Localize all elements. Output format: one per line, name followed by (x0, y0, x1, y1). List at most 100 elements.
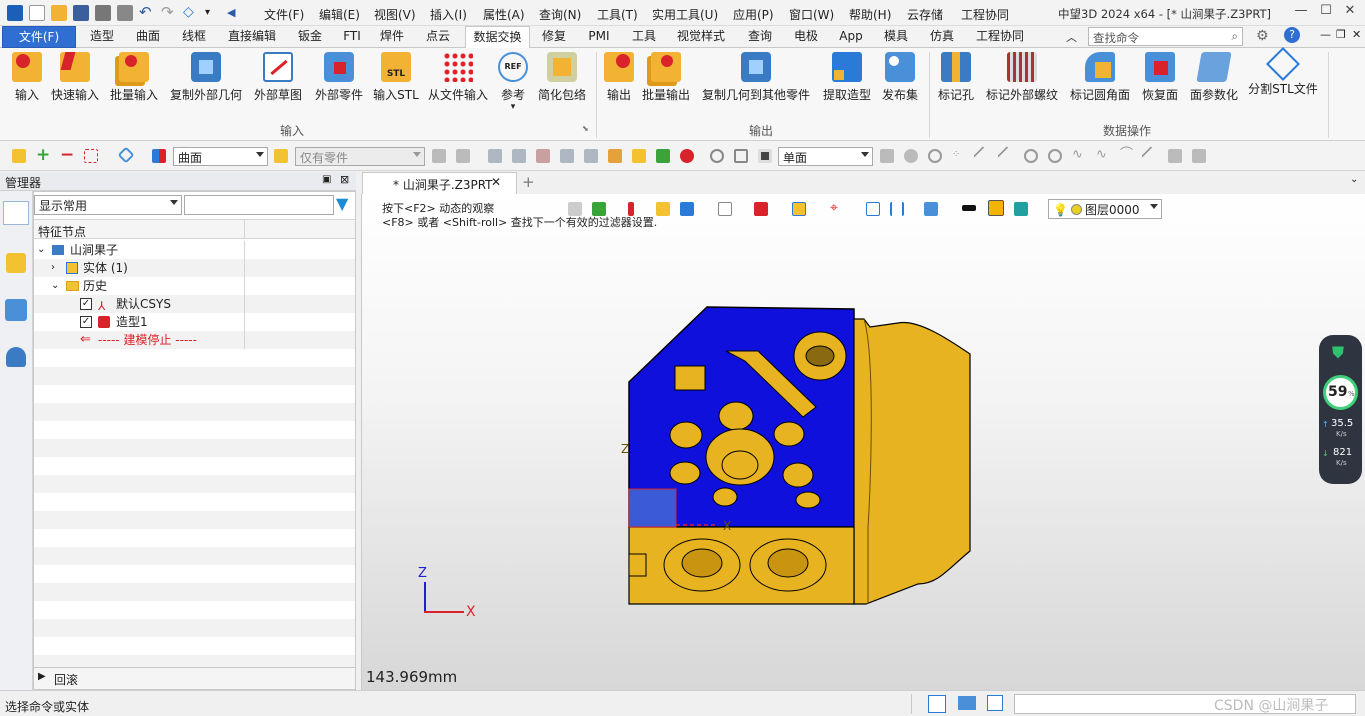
3d-viewport[interactable]: 按下<F2> 动态的观察 <F8> 或者 <Shift-roll> 查找下一个有… (361, 194, 1365, 690)
pen-icon[interactable] (628, 202, 634, 216)
layer-icon[interactable] (608, 149, 622, 163)
new-file-icon[interactable] (29, 5, 45, 21)
chevron-up-icon[interactable]: ︿ (1066, 29, 1077, 45)
tab-modeling[interactable]: 造型 (80, 26, 124, 48)
view-tab-icon[interactable] (5, 299, 27, 321)
shaded-icon[interactable] (656, 202, 670, 216)
box-select-icon[interactable] (84, 149, 98, 163)
scope-select[interactable]: 仅有零件 (295, 147, 425, 166)
chevron-down-icon[interactable]: ⌄ (1350, 174, 1358, 185)
menu-attribute[interactable]: 属性(A) (483, 6, 525, 23)
tree-node-model[interactable]: ✓ 造型1 (34, 313, 355, 331)
polygon-select-icon[interactable] (117, 146, 135, 164)
pin-icon[interactable]: ▣ (322, 174, 331, 185)
snap-icon[interactable] (880, 149, 894, 163)
part-filter-icon[interactable] (274, 149, 288, 163)
funnel-filter-icon[interactable]: ▼ (336, 196, 354, 214)
help-icon[interactable]: ? (1284, 27, 1300, 43)
face-color-swatch[interactable] (988, 200, 1004, 216)
history-tab-icon[interactable] (3, 201, 29, 225)
performance-monitor[interactable]: ⛊ 59 % ↑ 35.5 K/s ↓ 821 K/s (1319, 335, 1362, 484)
curve-icon[interactable]: ∿ (1072, 148, 1086, 163)
filter-option-icon[interactable] (432, 149, 446, 163)
print-filter-icon[interactable] (456, 149, 470, 163)
tab-direct-edit[interactable]: 直接编辑 (222, 26, 282, 48)
external-sketch-button[interactable]: 外部草图 (250, 52, 306, 103)
face-mode-select[interactable]: 单面 (778, 147, 873, 166)
stop-icon[interactable] (758, 149, 772, 163)
copy-geometry-to-part-button[interactable]: 复制几何到其他零件 (700, 52, 812, 103)
snap-icon[interactable] (904, 149, 918, 163)
circle-icon[interactable] (1024, 149, 1038, 163)
tree-node-history[interactable]: ⌄ 历史 (34, 277, 355, 295)
arc-icon[interactable]: ⌒ (1120, 148, 1134, 163)
mark-external-thread-button[interactable]: 标记外部螺纹 (984, 52, 1060, 103)
tab-collaboration[interactable]: 工程协同 (968, 26, 1032, 48)
print-icon[interactable] (95, 5, 111, 21)
circle-icon[interactable] (1048, 149, 1062, 163)
line-icon[interactable] (973, 146, 993, 166)
view-tool-icon[interactable] (560, 149, 574, 163)
line-color-swatch[interactable] (962, 205, 976, 211)
document-tab[interactable]: * 山涧果子.Z3PRT ✕ (362, 172, 517, 194)
render-mode-icon[interactable] (592, 202, 606, 216)
chevron-down-icon[interactable]: ⌄ (37, 241, 45, 259)
color-icon[interactable] (680, 149, 694, 163)
assembly-icon[interactable] (656, 149, 670, 163)
model-visibility-checkbox[interactable]: ✓ (80, 316, 92, 328)
import-stl-button[interactable]: STL 输入STL (372, 52, 420, 103)
reference-button[interactable]: REF 参考 ▾ (496, 52, 530, 112)
filter-icon[interactable] (152, 149, 166, 163)
menu-collaboration[interactable]: 工程协同 (961, 6, 1009, 23)
play-icon[interactable] (928, 149, 942, 163)
zoom-fit-icon[interactable] (866, 202, 880, 216)
doc-minimize-button[interactable]: — (1320, 28, 1331, 41)
remove-icon[interactable]: − (60, 147, 74, 164)
close-button[interactable]: ✕ (1340, 3, 1360, 23)
menu-utilities[interactable]: 实用工具(U) (652, 6, 718, 23)
target-icon[interactable]: ⌖ (830, 201, 844, 216)
tab-sheet-metal[interactable]: 钣金 (288, 26, 332, 48)
tab-visual-style[interactable]: 视觉样式 (670, 26, 732, 48)
view-tool-icon[interactable] (536, 149, 550, 163)
view-tool-icon[interactable] (512, 149, 526, 163)
surface-icon[interactable] (1168, 149, 1182, 163)
display-icon[interactable] (792, 202, 806, 216)
tree-node-csys[interactable]: ✓ ⅄ 默认CSYS (34, 295, 355, 313)
tab-tools[interactable]: 工具 (624, 26, 664, 48)
doc-restore-button[interactable]: ❐ (1336, 28, 1346, 41)
undo-icon[interactable]: ↶ (139, 5, 155, 21)
line-icon[interactable] (1141, 146, 1161, 166)
tab-point-cloud[interactable]: 点云 (418, 26, 458, 48)
minimize-button[interactable]: — (1291, 3, 1311, 23)
line-icon[interactable] (997, 146, 1017, 166)
chevron-right-icon[interactable]: › (51, 259, 55, 277)
chevron-right-icon[interactable]: ▶ (38, 671, 46, 682)
view-back-icon[interactable] (568, 202, 582, 216)
open-folder-icon[interactable] (51, 5, 67, 21)
tab-simulation[interactable]: 仿真 (922, 26, 962, 48)
export-button[interactable]: 输出 (602, 52, 636, 103)
import-from-file-button[interactable]: 从文件输入 (426, 52, 490, 103)
model-side-wall[interactable] (853, 318, 971, 605)
restore-face-button[interactable]: 恢复面 (1140, 52, 1180, 103)
face-parametrize-button[interactable]: 面参数化 (1188, 52, 1240, 103)
collapse-arrow-icon[interactable]: ◀ (227, 5, 243, 21)
part-icon[interactable] (632, 149, 646, 163)
maximize-button[interactable]: ☐ (1316, 3, 1336, 23)
menu-view[interactable]: 视图(V) (374, 6, 416, 23)
pan-icon[interactable] (734, 149, 748, 163)
import-button[interactable]: 输入 (10, 52, 44, 103)
doc-close-button[interactable]: ✕ (1352, 28, 1361, 41)
extract-shape-button[interactable]: 提取造型 (820, 52, 874, 103)
simplify-wrap-button[interactable]: 简化包络 (536, 52, 588, 103)
tab-pmi[interactable]: PMI (580, 26, 618, 48)
menu-inquire[interactable]: 查询(N) (539, 6, 581, 23)
chevron-down-icon[interactable]: ▾ (496, 103, 530, 112)
tree-node-solid[interactable]: › 实体 (1) (34, 259, 355, 277)
tab-repair[interactable]: 修复 (534, 26, 574, 48)
mark-fillet-face-button[interactable]: 标记圆角面 (1068, 52, 1132, 103)
gear-icon[interactable]: ⚙ (1256, 28, 1269, 44)
view-tool-icon[interactable] (584, 149, 598, 163)
assembly-tab-icon[interactable] (6, 253, 26, 273)
